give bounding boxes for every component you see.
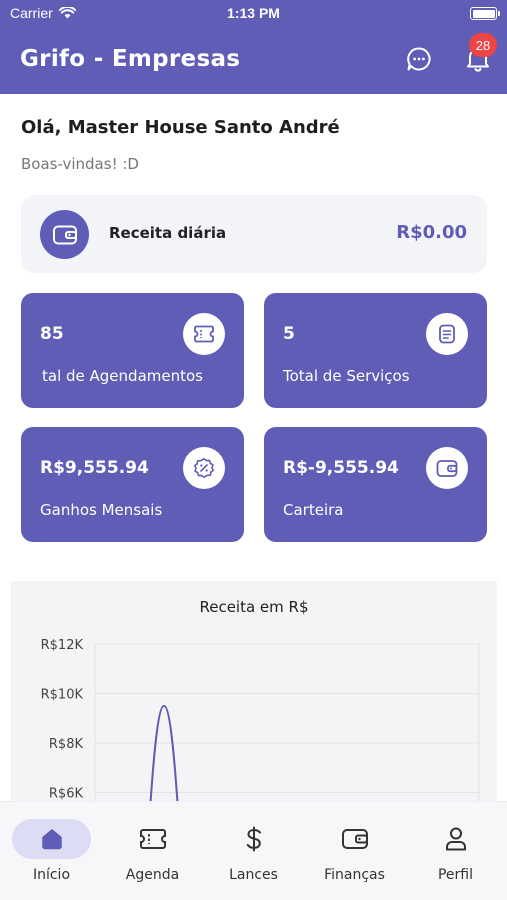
app-screen: Carrier 1:13 PM Grifo - Empresas 28 Olá,… [0, 0, 507, 900]
tab-label: Início [32, 867, 71, 883]
stat-label: Ganhos Mensais [40, 501, 163, 519]
stat-card-services[interactable]: 5 Total de Serviços [264, 293, 487, 408]
stat-icon-circle [183, 313, 225, 355]
chart-y-tick-label: R$10K [41, 688, 84, 703]
tab-perfil[interactable]: Perfil [405, 802, 506, 900]
discount-icon [194, 458, 214, 478]
stat-icon-circle [426, 313, 468, 355]
ticket-icon [194, 325, 214, 343]
stat-value: 5 [283, 324, 295, 344]
daily-revenue-icon-circle [40, 210, 89, 259]
tab-indicator [315, 819, 394, 859]
tab-label: Lances [229, 867, 278, 883]
tab-label: Finanças [324, 867, 385, 883]
stat-card-wallet[interactable]: R$-9,555.94 Carteira [264, 427, 487, 542]
tab-financas[interactable]: Finanças [304, 802, 405, 900]
daily-revenue-label: Receita diária [109, 224, 227, 242]
user-icon [445, 827, 466, 851]
chat-icon [407, 47, 431, 71]
battery-icon [470, 7, 500, 20]
chart-y-tick-label: R$12K [41, 638, 84, 653]
chart-y-tick-label: R$8K [49, 737, 84, 752]
wallet-icon [52, 225, 77, 244]
status-bar: Carrier 1:13 PM [0, 0, 507, 28]
chat-button[interactable] [404, 44, 434, 74]
tab-indicator [214, 819, 293, 859]
stat-card-monthly-earnings[interactable]: R$9,555.94 Ganhos Mensais [21, 427, 244, 542]
document-icon [439, 324, 455, 344]
chart-y-tick-label: R$6K [49, 787, 84, 802]
bottom-tab-bar: Início Agenda Lances Finanças Perfil [0, 801, 507, 900]
ticket-icon [139, 829, 166, 849]
greeting-title: Olá, Master House Santo André [21, 117, 340, 138]
stat-value: R$-9,555.94 [283, 458, 399, 478]
dollar-icon [246, 826, 261, 852]
tab-label: Agenda [125, 867, 180, 883]
wallet-icon [341, 829, 368, 849]
tab-inicio[interactable]: Início [1, 802, 102, 900]
home-icon [41, 829, 62, 850]
stat-value: R$9,555.94 [40, 458, 149, 478]
tab-lances[interactable]: Lances [203, 802, 304, 900]
daily-revenue-card[interactable]: Receita diária R$0.00 [21, 195, 487, 273]
page-title: Grifo - Empresas [20, 46, 241, 72]
status-time: 1:13 PM [227, 5, 280, 21]
stat-icon-circle [183, 447, 225, 489]
stat-card-appointments[interactable]: 85 tal de Agendamentos [21, 293, 244, 408]
stat-value: 85 [40, 324, 64, 344]
notification-badge: 28 [469, 33, 497, 57]
greeting-subtitle: Boas-vindas! :D [21, 155, 139, 173]
tab-label: Perfil [437, 867, 474, 883]
stat-icon-circle [426, 447, 468, 489]
stat-label: Total de Serviços [283, 367, 410, 385]
tab-indicator [416, 819, 495, 859]
app-header: Carrier 1:13 PM Grifo - Empresas 28 [0, 0, 507, 94]
stat-label: tal de Agendamentos [42, 367, 203, 385]
daily-revenue-value: R$0.00 [396, 222, 467, 243]
stat-label: Carteira [283, 501, 344, 519]
wallet-icon [436, 459, 458, 477]
tab-indicator [12, 819, 91, 859]
tab-agenda[interactable]: Agenda [102, 802, 203, 900]
tab-indicator [113, 819, 192, 859]
